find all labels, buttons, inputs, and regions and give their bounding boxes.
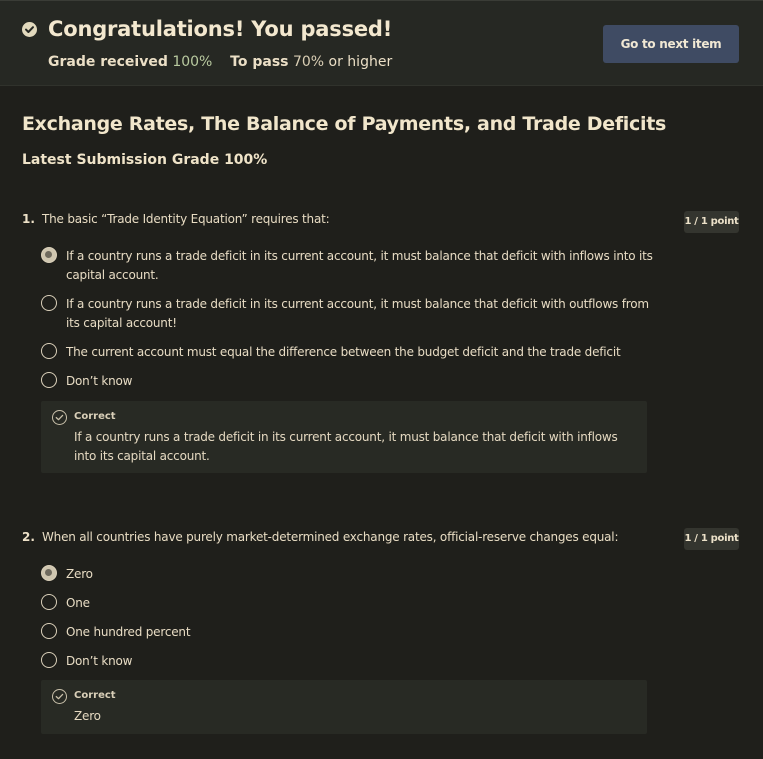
radio-button-selected[interactable] bbox=[41, 247, 57, 263]
question-text: The basic “Trade Identity Equation” requ… bbox=[42, 212, 330, 226]
feedback-text: Zero bbox=[74, 709, 101, 723]
points-badge: 1 / 1 point bbox=[684, 528, 739, 550]
option-label: If a country runs a trade deficit in its… bbox=[66, 249, 653, 282]
to-pass-label: To pass bbox=[230, 54, 289, 70]
answer-option[interactable]: Zero bbox=[41, 565, 651, 584]
radio-button[interactable] bbox=[41, 372, 57, 388]
option-label: If a country runs a trade deficit in its… bbox=[66, 297, 649, 330]
to-pass-value: 70% bbox=[292, 54, 325, 70]
radio-button[interactable] bbox=[41, 295, 57, 311]
radio-button[interactable] bbox=[41, 623, 57, 639]
question-number: 1. bbox=[22, 212, 35, 226]
feedback-box: Correct Zero bbox=[41, 680, 647, 734]
question-number: 2. bbox=[22, 530, 35, 544]
feedback-title: Correct bbox=[74, 690, 116, 701]
option-label: Don’t know bbox=[66, 654, 133, 668]
feedback-box: Correct If a country runs a trade defici… bbox=[41, 401, 647, 473]
points-badge: 1 / 1 point bbox=[684, 211, 739, 233]
option-label: Don’t know bbox=[66, 374, 133, 388]
answer-option[interactable]: The current account must equal the diffe… bbox=[41, 343, 651, 362]
radio-button[interactable] bbox=[41, 652, 57, 668]
grade-summary: Grade received 100% To pass 70% or highe… bbox=[48, 54, 392, 70]
check-circle-outline-icon bbox=[52, 689, 67, 704]
to-pass-suffix: or higher bbox=[328, 54, 393, 70]
answer-option[interactable]: Don’t know bbox=[41, 372, 651, 391]
grade-received-value: 100% bbox=[172, 54, 213, 70]
question-text: When all countries have purely market-de… bbox=[42, 530, 619, 544]
radio-button-selected[interactable] bbox=[41, 565, 57, 581]
radio-button[interactable] bbox=[41, 343, 57, 359]
answer-option[interactable]: If a country runs a trade deficit in its… bbox=[41, 247, 653, 285]
quiz-title: Exchange Rates, The Balance of Payments,… bbox=[22, 113, 666, 135]
option-label: One hundred percent bbox=[66, 625, 191, 639]
answer-option[interactable]: If a country runs a trade deficit in its… bbox=[41, 295, 651, 333]
radio-button[interactable] bbox=[41, 594, 57, 610]
grade-received-label: Grade received bbox=[48, 54, 168, 70]
answer-option[interactable]: One hundred percent bbox=[41, 623, 651, 642]
submission-grade: Latest Submission Grade 100% bbox=[22, 152, 268, 168]
go-to-next-item-button[interactable]: Go to next item bbox=[603, 25, 739, 63]
feedback-text: If a country runs a trade deficit in its… bbox=[74, 430, 618, 463]
check-circle-outline-icon bbox=[52, 410, 67, 425]
answer-option[interactable]: One bbox=[41, 594, 651, 613]
option-label: Zero bbox=[66, 567, 93, 581]
option-label: The current account must equal the diffe… bbox=[66, 345, 621, 359]
feedback-title: Correct bbox=[74, 411, 116, 422]
pass-heading: Congratulations! You passed! bbox=[48, 17, 393, 41]
option-label: One bbox=[66, 596, 90, 610]
answer-option[interactable]: Don’t know bbox=[41, 652, 651, 671]
check-circle-icon bbox=[22, 22, 37, 37]
result-banner: Congratulations! You passed! Grade recei… bbox=[0, 0, 763, 86]
